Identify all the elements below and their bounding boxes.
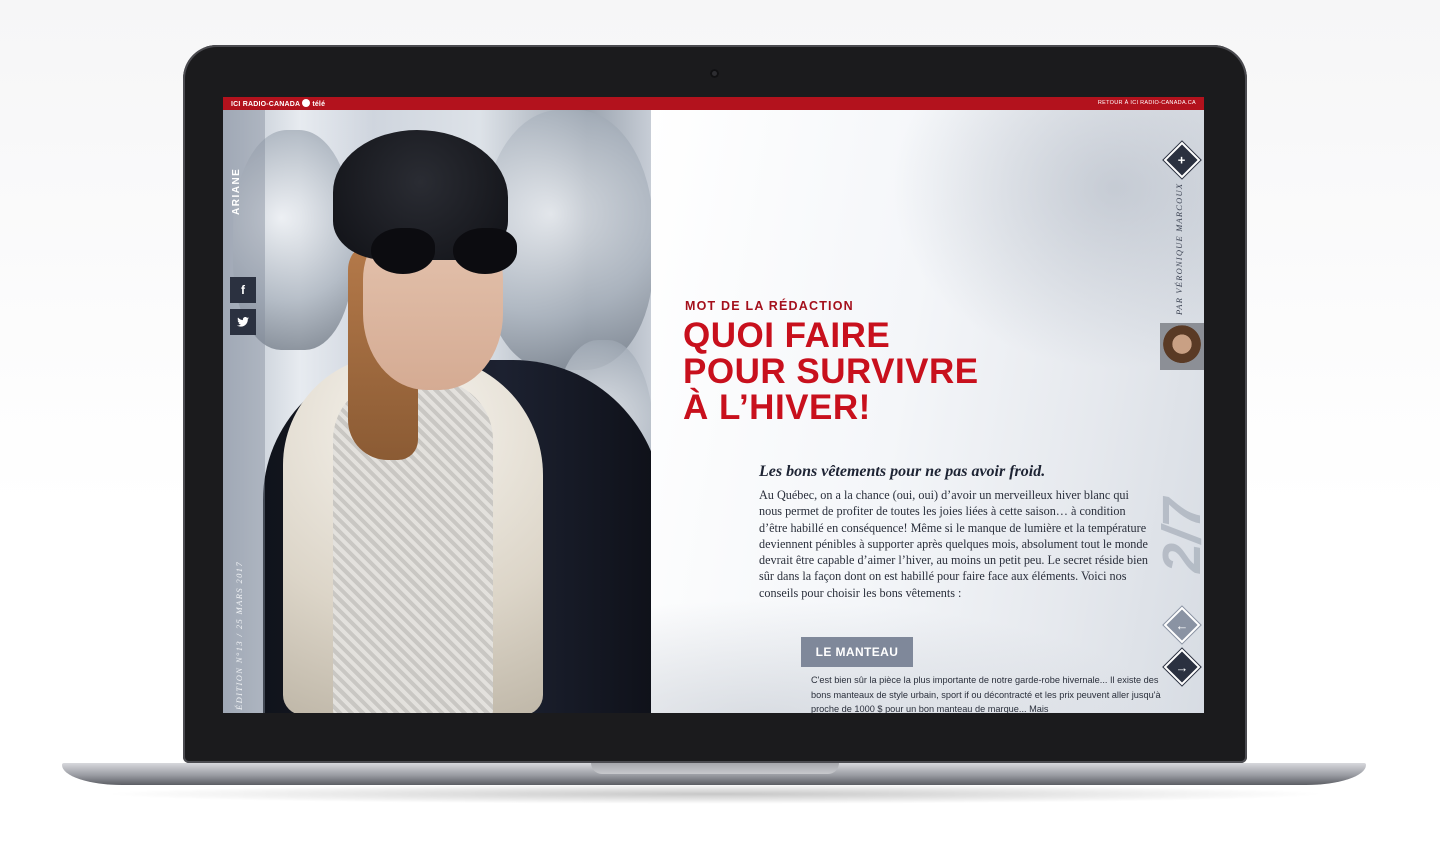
edition-date: ÉDITION N°13 / 25 MARS 2017	[234, 560, 244, 710]
sunglasses-lens	[371, 228, 435, 274]
lead-title: Les bons vêtements pour ne pas avoir fro…	[759, 463, 1046, 480]
next-page-button[interactable]: →	[1163, 648, 1201, 686]
headline-line: QUOI FAIRE	[683, 316, 891, 355]
headline-line: À L’HIVER!	[683, 388, 871, 427]
top-bar: ICI RADIO-CANADA télé RETOUR À ICI RADIO-…	[223, 97, 1204, 110]
plus-icon: +	[1178, 152, 1186, 168]
back-to-site-link[interactable]: RETOUR À ICI RADIO-CANADA.CA	[1098, 100, 1196, 106]
article-panel: MOT DE LA RÉDACTION QUOI FAIRE POUR SURV…	[651, 110, 1204, 713]
product-mockup: ICI RADIO-CANADA télé RETOUR À ICI RADIO-…	[0, 0, 1440, 846]
page-number: 2/7	[1152, 497, 1204, 573]
author-name: ARIANE	[231, 167, 242, 215]
section-coat-button[interactable]: LE MANTEAU	[801, 637, 913, 667]
facebook-icon: f	[241, 283, 245, 297]
arrow-left-icon: ←	[1175, 617, 1189, 633]
sunglasses	[371, 228, 519, 276]
facebook-share-button[interactable]: f	[230, 277, 256, 303]
twitter-icon	[237, 317, 249, 327]
arrow-right-icon: →	[1175, 659, 1189, 675]
brand-ici-text: ICI RADIO-CANADA	[231, 101, 301, 108]
twitter-share-button[interactable]	[230, 309, 256, 335]
brand-tele-text: télé	[312, 101, 326, 108]
radio-canada-gem-icon	[302, 99, 311, 107]
article-kicker: MOT DE LA RÉDACTION	[685, 299, 854, 313]
headline-line: POUR SURVIVRE	[683, 352, 979, 391]
author-avatar	[1160, 323, 1204, 370]
article-headline: QUOI FAIRE POUR SURVIVRE À L’HIVER!	[683, 318, 979, 426]
left-sidebar: ARIANE f ÉDITION N°13 / 25 MARS 2017	[223, 110, 265, 713]
byline: PAR VÉRONIQUE MARCOUX	[1174, 182, 1184, 315]
laptop-screen: ICI RADIO-CANADA télé RETOUR À ICI RADIO-…	[223, 97, 1204, 713]
right-rail: + PAR VÉRONIQUE MARCOUX 2/7 ← →	[1152, 110, 1204, 713]
previous-page-button[interactable]: ←	[1163, 606, 1201, 644]
webcam	[710, 69, 719, 78]
lead-paragraph: Au Québec, on a la chance (oui, oui) d’a…	[759, 488, 1149, 600]
laptop-shadow	[100, 784, 1330, 804]
section-coat-text: C'est bien sûr la pièce la plus importan…	[811, 675, 1161, 713]
sunglasses-lens	[453, 228, 517, 274]
laptop-notch	[591, 763, 839, 774]
brand-logo[interactable]: ICI RADIO-CANADA télé	[231, 99, 325, 108]
hero-photo	[223, 110, 651, 713]
expand-button[interactable]: +	[1163, 141, 1201, 179]
